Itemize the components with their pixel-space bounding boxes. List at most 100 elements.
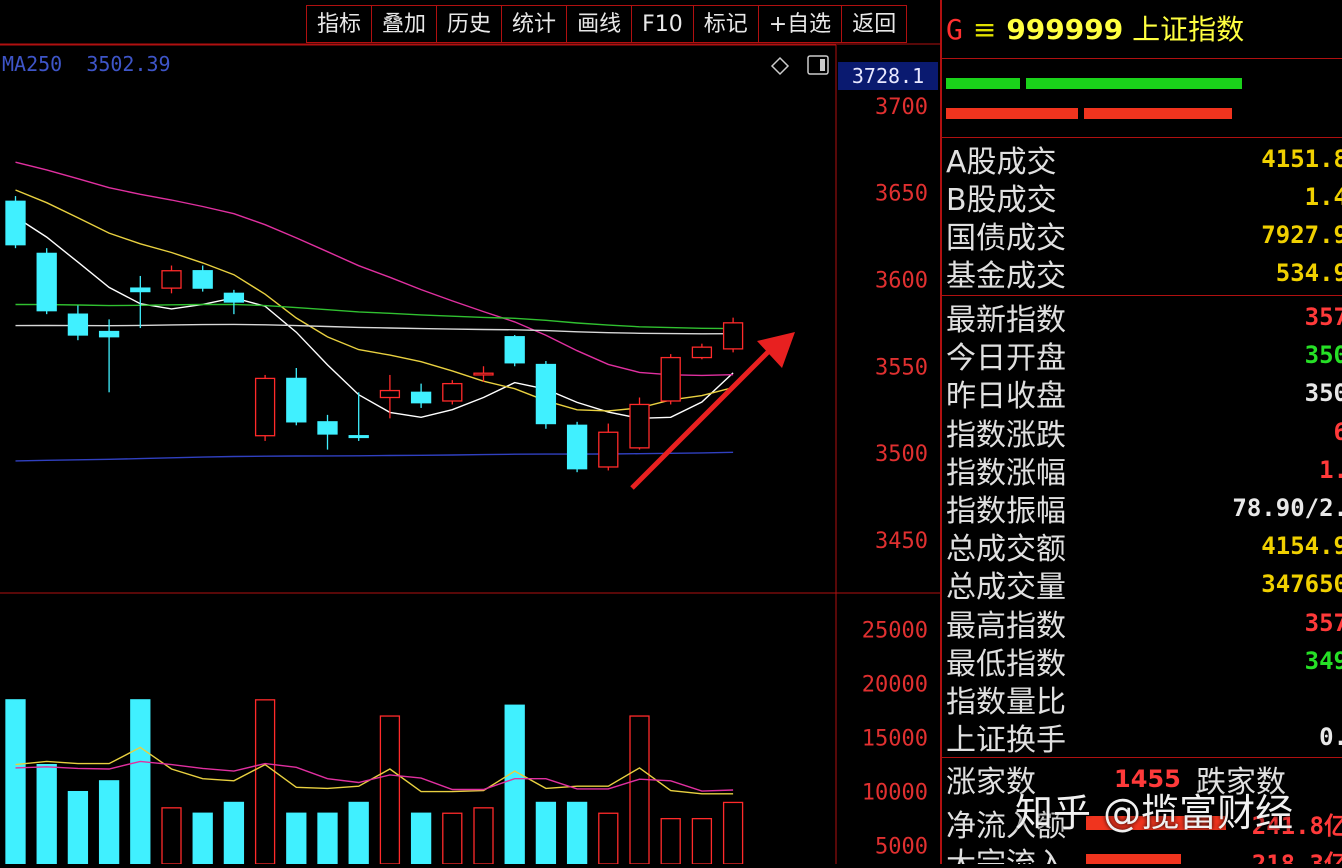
candle-body	[379, 389, 401, 399]
trend-arrow-head	[757, 332, 795, 368]
stat-value: 357	[1304, 608, 1342, 637]
price-tick-label: 3450	[875, 529, 928, 554]
sell-bar-1	[946, 108, 1078, 119]
candle-body	[504, 336, 525, 364]
panel-title: G ≡ 999999 上证指数	[946, 8, 1244, 48]
stat-value: 1.4	[1304, 183, 1342, 211]
price-tick-label: 3600	[875, 268, 928, 293]
current-price-tag: 3728.1	[838, 62, 938, 90]
stat-row: 国债成交 7927.9	[946, 216, 1342, 256]
toolbar-button[interactable]: 标记	[692, 5, 758, 43]
watermark: 知乎 @揽富财经	[1015, 791, 1294, 835]
stat-row: 最低指数349	[946, 642, 1342, 682]
volume-bar	[660, 817, 681, 865]
ma20-line	[15, 161, 734, 377]
stat-row: 指数振幅 78.90/2.	[946, 489, 1342, 529]
bigflow-value: 218.3亿	[1251, 849, 1342, 865]
price-tick-label: 3500	[875, 442, 928, 467]
stat-row: 总成交量 347650	[946, 565, 1342, 605]
buy-bar-1	[946, 78, 1020, 89]
chart-canvas[interactable]: 3700 3650 3600 3550 3500 3450 25000 20000 15000 1…	[0, 0, 940, 865]
volume-bar	[130, 699, 151, 865]
stat-value: 4151.8	[1261, 145, 1342, 173]
panel-toggle-icon-bar	[820, 59, 825, 71]
volume-bar	[67, 790, 89, 865]
volume-bar	[317, 812, 338, 865]
ma250-line	[15, 451, 734, 462]
volume-bar	[629, 715, 650, 865]
toolbar-button[interactable]: 指标	[306, 5, 372, 43]
toolbar-button[interactable]: +自选	[757, 5, 842, 43]
candle-body	[254, 377, 276, 437]
volume-bar	[410, 812, 432, 865]
stat-value: 357	[1304, 303, 1342, 331]
stat-value: 350	[1304, 379, 1342, 408]
volume-ma5-line	[15, 746, 734, 795]
stat-row: 指数涨幅1.	[946, 451, 1342, 491]
toolbar-button[interactable]: 画线	[566, 5, 632, 43]
index-code: 999999	[1006, 13, 1124, 46]
candle-body	[691, 346, 713, 359]
candle-body	[566, 424, 588, 470]
stat-value: 7927.9	[1261, 221, 1342, 249]
volume-bar	[504, 704, 525, 865]
ma5-line	[15, 216, 734, 420]
trend-arrow-line	[630, 343, 777, 490]
bigflow-row: 大宗流入 218.3亿	[946, 842, 1342, 864]
volume-bar	[598, 812, 619, 865]
candle-body	[161, 270, 182, 289]
volume-bar	[161, 807, 182, 865]
volume-bar	[535, 801, 557, 865]
stat-row: 最高指数357	[946, 604, 1342, 644]
candle-body	[67, 313, 89, 336]
volume-tick-label: 25000	[862, 619, 928, 644]
volume-bar	[566, 801, 588, 865]
stat-row: 上证换手 0.	[946, 718, 1342, 758]
candle-body	[660, 356, 681, 402]
candle-body	[36, 252, 57, 312]
stat-value: 350	[1304, 341, 1342, 370]
bigflow-bar	[1086, 854, 1181, 864]
price-tick-label: 3550	[875, 355, 928, 380]
stat-value: 6	[1334, 418, 1342, 446]
candle-body	[535, 363, 557, 425]
candle-body	[722, 322, 744, 350]
stat-value: 347650	[1261, 570, 1342, 599]
volume-bar	[691, 817, 713, 865]
stat-value: 4154.9	[1261, 532, 1342, 561]
chart-toolbar: 指标 叠加 历史 统计 画线 F10 标记 +自选 返回	[306, 5, 908, 43]
candle-body	[442, 382, 463, 402]
volume-bar	[379, 715, 401, 865]
group-icon[interactable]: G	[946, 13, 963, 46]
stat-row: B股成交1.4	[946, 178, 1342, 218]
volume-tick-label: 10000	[862, 781, 928, 806]
ma250-name: MA250	[2, 52, 63, 76]
stat-value: 1.	[1319, 455, 1342, 484]
divider	[942, 58, 1342, 59]
menu-icon[interactable]: ≡	[973, 13, 996, 46]
volume-bar	[254, 699, 276, 865]
volume-bar	[348, 801, 369, 865]
price-tick-label: 3650	[875, 182, 928, 207]
stat-row: 今日开盘350	[946, 336, 1342, 376]
toolbar-button[interactable]: 历史	[436, 5, 502, 43]
volume-tick-label: 5000	[875, 835, 928, 860]
toolbar-button[interactable]: 返回	[841, 5, 908, 43]
toolbar-button[interactable]: F10	[631, 5, 693, 43]
toolbar-button[interactable]: 叠加	[371, 5, 437, 43]
price-tick-label: 3700	[875, 95, 928, 120]
stat-row: A股成交 4151.8	[946, 140, 1342, 180]
volume-bar	[36, 763, 57, 865]
candle-body	[348, 435, 369, 439]
toolbar-button[interactable]: 统计	[501, 5, 567, 43]
volume-tick-label: 15000	[862, 727, 928, 752]
stat-value: 349	[1304, 646, 1342, 675]
candle-body	[598, 431, 619, 468]
candle-body	[130, 287, 151, 293]
stat-value: 0.	[1319, 723, 1342, 752]
stat-value: 78.90/2.	[1232, 494, 1342, 522]
stat-value: 534.9	[1275, 259, 1342, 287]
volume-bar	[223, 801, 245, 865]
kline-chart[interactable]: 3700 3650 3600 3550 3500 3450 25000 20000 15000 1…	[0, 0, 940, 865]
stat-row: 基金成交 534.9	[946, 254, 1342, 294]
